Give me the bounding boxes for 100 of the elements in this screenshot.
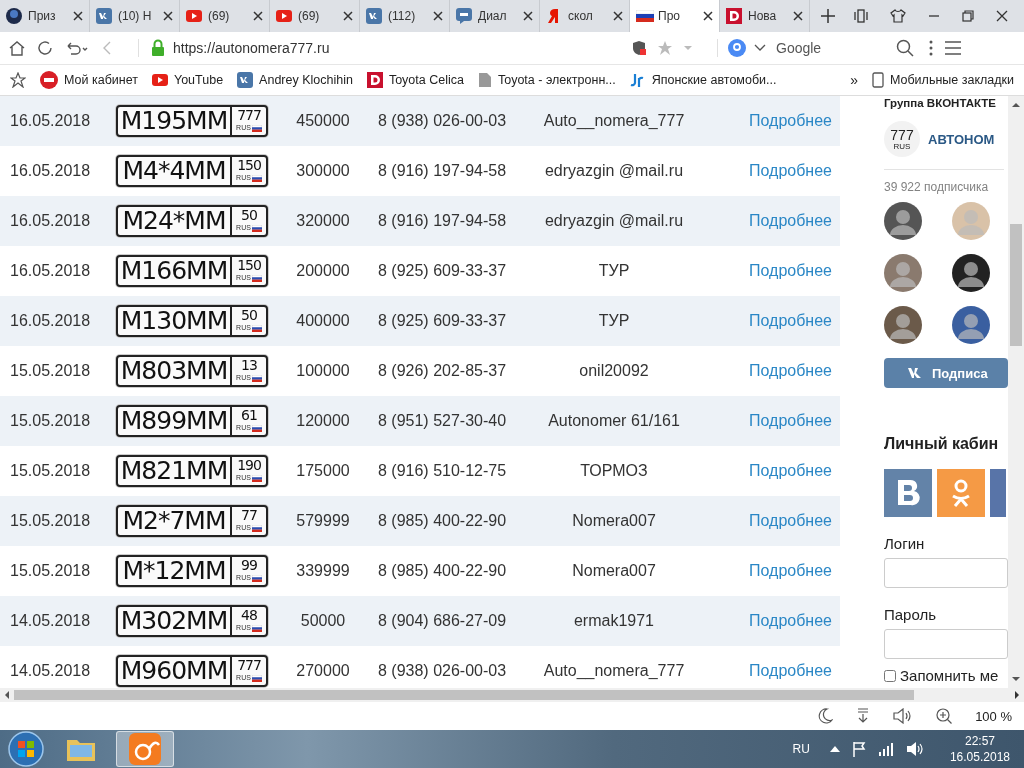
search-field[interactable]: Google: [774, 39, 888, 57]
bookmark-item[interactable]: YouTube: [151, 72, 224, 88]
region-code: 50: [241, 307, 257, 324]
reload-icon[interactable]: [36, 39, 54, 57]
close-icon[interactable]: [343, 11, 353, 21]
browser-tab[interactable]: Про: [630, 0, 720, 32]
close-icon[interactable]: [253, 11, 263, 21]
price-cell-text: 339999: [295, 562, 351, 580]
details-link[interactable]: Подробнее: [749, 462, 840, 480]
mobile-bookmarks-item[interactable]: Мобильные закладки: [871, 72, 1014, 88]
browser-tab[interactable]: Приз: [0, 0, 90, 32]
search-icon[interactable]: [896, 39, 914, 57]
group-logo[interactable]: 777 RUS: [884, 121, 920, 157]
browser-tab[interactable]: Нова: [720, 0, 810, 32]
lock-icon: [151, 39, 165, 57]
search-engine-icon[interactable]: [728, 39, 746, 57]
login-field[interactable]: [884, 558, 1008, 588]
vertical-scrollbar[interactable]: [1008, 96, 1024, 688]
zoom-level[interactable]: 100 %: [975, 708, 1012, 724]
volume-icon[interactable]: [893, 708, 914, 724]
show-hidden-icons-icon[interactable]: [829, 745, 840, 753]
close-icon[interactable]: [433, 11, 443, 21]
avatar[interactable]: [952, 306, 990, 344]
scroll-left-icon[interactable]: [4, 691, 10, 699]
star-icon[interactable]: [657, 40, 673, 56]
details-link[interactable]: Подробнее: [749, 562, 840, 580]
restore-icon[interactable]: [962, 10, 974, 22]
scroll-right-icon[interactable]: [1014, 691, 1020, 699]
details-link[interactable]: Подробнее: [749, 162, 840, 180]
close-icon[interactable]: [793, 11, 803, 21]
moon-icon[interactable]: [817, 708, 834, 724]
home-icon[interactable]: [8, 39, 26, 57]
clock-time[interactable]: 22:57: [964, 733, 995, 749]
remember-checkbox[interactable]: [884, 669, 896, 682]
flag-icon: [251, 674, 262, 682]
shield-icon[interactable]: [631, 40, 647, 56]
bookmark-item[interactable]: Andrey Klochihin: [237, 72, 353, 88]
bookmark-item[interactable]: Мой кабинет: [40, 71, 138, 89]
flag-icon: [251, 324, 262, 332]
bookmark-item[interactable]: Toyota - электронн...: [477, 72, 616, 88]
seller-cell-text: Autonomer 61/161: [547, 412, 681, 430]
close-icon[interactable]: [996, 10, 1008, 22]
close-icon[interactable]: [73, 11, 83, 21]
caret-icon[interactable]: [754, 43, 766, 53]
split-view-icon[interactable]: [854, 9, 868, 23]
scroll-down-icon[interactable]: [1012, 676, 1020, 682]
more-bookmarks-button[interactable]: »: [850, 72, 858, 88]
taskbar-app[interactable]: [116, 731, 174, 767]
group-name-link[interactable]: АВТОНОМ: [928, 131, 995, 147]
avatar[interactable]: [952, 254, 990, 292]
region-code: 777: [237, 107, 261, 124]
phone-cell-text: 8 (938) 026-00-03: [378, 662, 508, 680]
tab-favicon-icon: [96, 8, 114, 24]
browser-tab[interactable]: (10) Н: [90, 0, 180, 32]
details-link[interactable]: Подробнее: [749, 662, 840, 680]
flag-icon[interactable]: [851, 741, 866, 757]
zoom-in-icon[interactable]: [935, 707, 954, 725]
avatar[interactable]: [884, 306, 922, 344]
region-code: 190: [237, 457, 261, 474]
scroll-thumb[interactable]: [1010, 224, 1022, 346]
close-icon[interactable]: [523, 11, 533, 21]
bookmark-item[interactable]: Toyota Celica: [366, 72, 464, 88]
close-icon[interactable]: [163, 11, 173, 21]
url-field[interactable]: https://autonomera777.ru: [173, 40, 330, 56]
browser-tab[interactable]: (69): [270, 0, 360, 32]
avatar[interactable]: [884, 202, 922, 240]
browser-tab[interactable]: Диал: [450, 0, 540, 32]
signal-icon[interactable]: [877, 742, 894, 756]
details-link[interactable]: Подробнее: [749, 512, 840, 530]
volume-icon[interactable]: [905, 741, 924, 757]
subscribe-button[interactable]: Подписа: [884, 358, 1008, 388]
scroll-up-icon[interactable]: [1012, 102, 1020, 108]
bookmark-item[interactable]: Японские автомоби...: [629, 72, 777, 88]
more-icon[interactable]: [928, 39, 934, 57]
phone-cell-text: 8 (904) 686-27-09: [378, 612, 508, 630]
details-link[interactable]: Подробнее: [749, 612, 840, 630]
subscriber-count: 39 922 подписчика: [884, 180, 989, 194]
details-link[interactable]: Подробнее: [749, 362, 840, 380]
details-link[interactable]: Подробнее: [749, 312, 840, 330]
details-link[interactable]: Подробнее: [749, 412, 840, 430]
password-field[interactable]: [884, 629, 1008, 659]
browser-tab[interactable]: (69): [180, 0, 270, 32]
details-link[interactable]: Подробнее: [749, 112, 840, 130]
menu-icon[interactable]: [944, 40, 962, 56]
scroll-thumb[interactable]: [14, 690, 914, 700]
clock-date[interactable]: 16.05.2018: [949, 749, 1010, 765]
vk-login-button[interactable]: [884, 469, 932, 517]
star-icon[interactable]: [10, 72, 26, 88]
shirt-icon[interactable]: [890, 9, 906, 23]
flag-icon: [251, 124, 262, 132]
language-indicator[interactable]: RU: [792, 742, 810, 756]
new-tab-icon[interactable]: [820, 8, 836, 24]
start-button[interactable]: [6, 730, 46, 768]
details-link[interactable]: Подробнее: [749, 262, 840, 280]
browser-tab[interactable]: (112): [360, 0, 450, 32]
price-cell-text: 120000: [295, 412, 351, 430]
horizontal-scrollbar[interactable]: [0, 688, 1024, 702]
close-icon[interactable]: [703, 11, 713, 21]
details-link[interactable]: Подробнее: [749, 212, 840, 230]
close-icon[interactable]: [613, 11, 623, 21]
